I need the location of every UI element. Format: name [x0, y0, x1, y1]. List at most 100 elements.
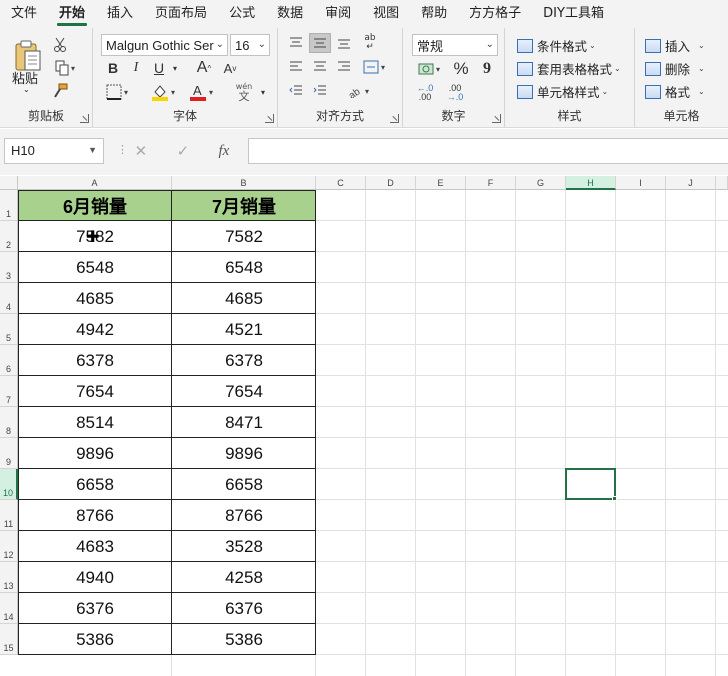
tab-6[interactable]: 审阅: [314, 0, 362, 28]
column-header-B[interactable]: B: [172, 176, 316, 190]
spreadsheet-grid[interactable]: A B C D E F G H I J 1 2 3 4 5 6 7 8 9 10 11 12 13 14 15 6月销量 7月销量 7…: [0, 176, 728, 676]
tab-7[interactable]: 视图: [362, 0, 410, 28]
table-cell[interactable]: 6658: [18, 469, 172, 500]
cut-icon[interactable]: [50, 36, 70, 54]
column-header-A[interactable]: A: [18, 176, 172, 190]
align-center-icon[interactable]: [309, 57, 331, 77]
tab-0[interactable]: 文件: [0, 0, 48, 28]
column-header-H[interactable]: H: [566, 176, 616, 190]
format-painter-icon[interactable]: [50, 82, 70, 100]
table-cell[interactable]: 6548: [18, 252, 172, 283]
paste-dropdown-icon[interactable]: ⌄: [23, 85, 30, 94]
column-header-C[interactable]: C: [316, 176, 366, 190]
table-cell[interactable]: 8766: [18, 500, 172, 531]
row-header-3[interactable]: 3: [0, 252, 18, 283]
table-cell[interactable]: 8471: [172, 407, 316, 438]
row-header-6[interactable]: 6: [0, 345, 18, 376]
clipboard-launcher-icon[interactable]: [80, 114, 89, 123]
row-header-9[interactable]: 9: [0, 438, 18, 469]
formula-input[interactable]: [248, 138, 728, 164]
decrease-decimal-button[interactable]: .00 →.0: [442, 82, 468, 104]
phonetic-button[interactable]: wén 文: [231, 80, 257, 104]
table-cell[interactable]: 8514: [18, 407, 172, 438]
underline-dropdown-icon[interactable]: ▾: [169, 58, 181, 78]
table-cell[interactable]: 4685: [172, 283, 316, 314]
table-cell[interactable]: 9896: [18, 438, 172, 469]
table-cell[interactable]: 5386: [172, 624, 316, 655]
comma-style-button[interactable]: 9: [476, 58, 498, 80]
accounting-format-icon[interactable]: ▾: [412, 58, 446, 80]
percent-button[interactable]: %: [450, 58, 472, 80]
table-cell[interactable]: 4685: [18, 283, 172, 314]
table-cell[interactable]: 6376: [172, 593, 316, 624]
increase-indent-icon[interactable]: [309, 81, 331, 101]
table-cell[interactable]: 6378: [172, 345, 316, 376]
orientation-icon[interactable]: ab ▾: [341, 81, 375, 101]
column-header-G[interactable]: G: [516, 176, 566, 190]
font-size-select[interactable]: 16 ⌄: [230, 34, 270, 56]
column-header-F[interactable]: F: [466, 176, 516, 190]
table-cell[interactable]: 6658: [172, 469, 316, 500]
copy-icon[interactable]: ▾: [50, 59, 80, 77]
insert-button[interactable]: 插入 ⌄: [645, 36, 705, 55]
cancel-icon[interactable]: ✕: [135, 142, 148, 160]
increase-decimal-button[interactable]: ←.0.00: [412, 82, 438, 104]
tab-5[interactable]: 数据: [266, 0, 314, 28]
font-color-button[interactable]: A ▾: [185, 81, 217, 103]
tab-1[interactable]: 开始: [48, 0, 96, 28]
table-cell[interactable]: 4258: [172, 562, 316, 593]
row-header-1[interactable]: 1: [0, 190, 18, 221]
table-header-cell[interactable]: 7月销量: [172, 190, 316, 221]
wrap-text-icon[interactable]: ab ↵: [359, 32, 381, 54]
insert-function-icon[interactable]: fx: [218, 143, 229, 160]
borders-button[interactable]: ▾: [101, 81, 133, 103]
row-header-4[interactable]: 4: [0, 283, 18, 314]
table-cell[interactable]: 4940: [18, 562, 172, 593]
font-launcher-icon[interactable]: [265, 114, 274, 123]
alignment-launcher-icon[interactable]: [390, 114, 399, 123]
column-header-E[interactable]: E: [416, 176, 466, 190]
active-cell-selection[interactable]: [565, 468, 616, 500]
enter-icon[interactable]: ✓: [177, 142, 190, 160]
number-format-select[interactable]: 常规 ⌄: [412, 34, 498, 56]
column-header-partial[interactable]: [716, 176, 728, 190]
table-cell[interactable]: 4683: [18, 531, 172, 562]
shrink-font-button[interactable]: Av: [219, 58, 241, 78]
row-header-10[interactable]: 10: [0, 469, 18, 500]
align-left-icon[interactable]: [285, 57, 307, 77]
tab-3[interactable]: 页面布局: [144, 0, 218, 28]
row-header-12[interactable]: 12: [0, 531, 18, 562]
font-name-select[interactable]: Malgun Gothic Ser ⌄: [101, 34, 228, 56]
column-header-I[interactable]: I: [616, 176, 666, 190]
row-header-15[interactable]: 15: [0, 624, 18, 655]
row-header-2[interactable]: 2: [0, 221, 18, 252]
table-cell[interactable]: 6378: [18, 345, 172, 376]
row-header-11[interactable]: 11: [0, 500, 18, 531]
table-header-cell[interactable]: 6月销量: [18, 190, 172, 221]
table-cell[interactable]: 6548: [172, 252, 316, 283]
fill-handle[interactable]: [612, 496, 617, 501]
tab-8[interactable]: 帮助: [410, 0, 458, 28]
tab-2[interactable]: 插入: [96, 0, 144, 28]
table-cell[interactable]: 6376: [18, 593, 172, 624]
underline-button[interactable]: U: [149, 58, 169, 78]
table-cell[interactable]: 4942: [18, 314, 172, 345]
select-all-corner[interactable]: [0, 176, 18, 190]
align-right-icon[interactable]: [333, 57, 355, 77]
grow-font-button[interactable]: A ^: [193, 58, 215, 78]
column-header-D[interactable]: D: [366, 176, 416, 190]
table-cell[interactable]: 4521: [172, 314, 316, 345]
align-bottom-icon[interactable]: [333, 33, 355, 53]
column-header-J[interactable]: J: [666, 176, 716, 190]
format-button[interactable]: 格式 ⌄: [645, 82, 705, 101]
table-cell[interactable]: 7582: [172, 221, 316, 252]
align-middle-icon[interactable]: [309, 33, 331, 53]
italic-button[interactable]: I: [126, 58, 146, 78]
cell-styles-button[interactable]: 单元格样式 ⌄: [517, 82, 608, 101]
name-box[interactable]: H10 ▼: [4, 138, 104, 164]
tab-4[interactable]: 公式: [218, 0, 266, 28]
delete-button[interactable]: 删除 ⌄: [645, 59, 705, 78]
merge-center-icon[interactable]: ▾: [357, 57, 391, 77]
tab-10[interactable]: DIY工具箱: [532, 0, 615, 28]
tab-9[interactable]: 方方格子: [458, 0, 532, 28]
